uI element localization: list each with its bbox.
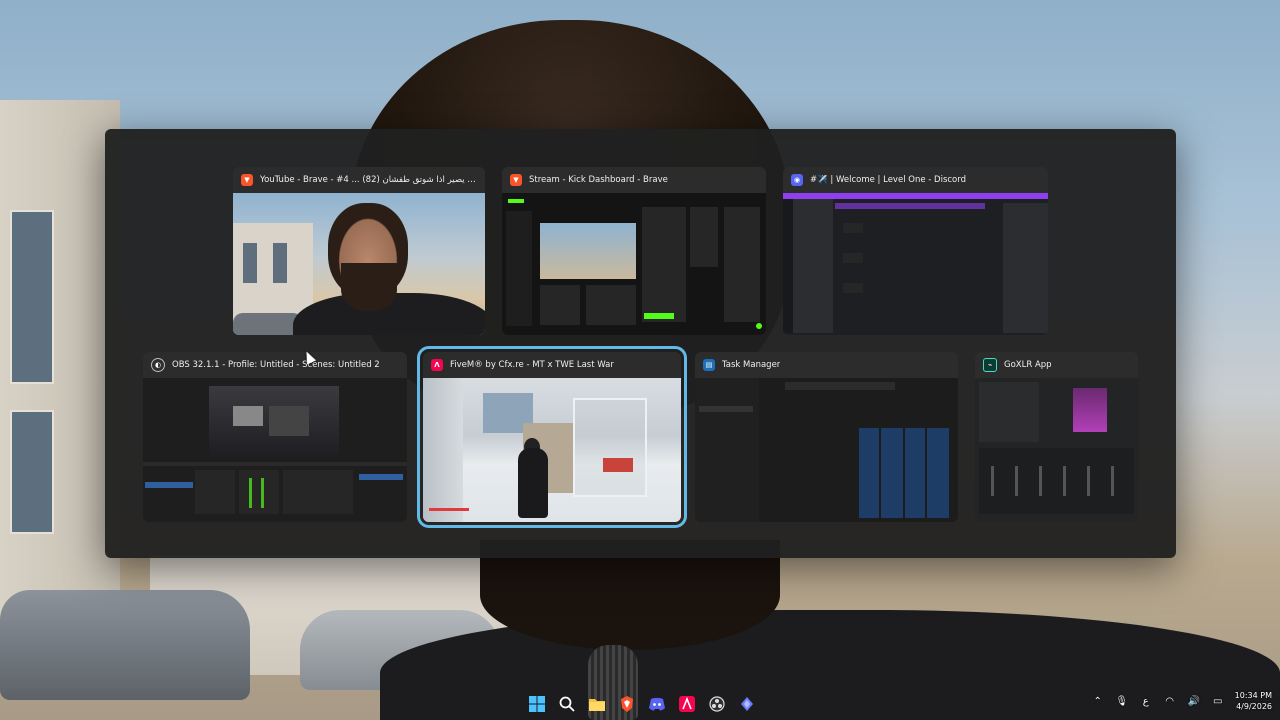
window-fivem[interactable]: Λ FiveM® by Cfx.re - MT x TWE Last War (417, 346, 687, 528)
window-title: #✈️ | Welcome | Level One - Discord (810, 175, 966, 185)
window-thumbnail (502, 193, 766, 335)
obs-icon[interactable] (705, 691, 729, 717)
task-switcher: ▼ YouTube - Brave - #4 ... هذا الي يصير … (105, 129, 1176, 558)
window-task-manager[interactable]: ▤ Task Manager (695, 352, 958, 522)
window-youtube-brave[interactable]: ▼ YouTube - Brave - #4 ... هذا الي يصير … (233, 167, 485, 335)
window-discord[interactable]: ◉ #✈️ | Welcome | Level One - Discord (783, 167, 1048, 335)
window-goxlr[interactable]: ⌁ GoXLR App (975, 352, 1138, 522)
discord-icon: ◉ (791, 174, 803, 186)
volume-icon[interactable]: 🔊 (1187, 694, 1201, 708)
clock[interactable]: 10:34 PM 4/9/2026 (1235, 690, 1272, 712)
clock-date: 4/9/2026 (1236, 702, 1272, 711)
taskbar-apps (525, 691, 759, 717)
window-title: GoXLR App (1004, 360, 1052, 370)
window-kick-dashboard[interactable]: ▼ Stream - Kick Dashboard - Brave (502, 167, 766, 335)
fivem-icon: Λ (431, 359, 443, 371)
wifi-icon[interactable]: ◠ (1163, 694, 1177, 708)
brave-icon: ▼ (241, 174, 253, 186)
window-obs[interactable]: ◐ OBS 32.1.1 - Profile: Untitled - Scene… (143, 352, 407, 522)
language-indicator[interactable]: ع (1139, 694, 1153, 708)
battery-icon[interactable]: ▭ (1211, 694, 1225, 708)
kick-app-icon[interactable] (735, 691, 759, 717)
background-car (0, 590, 250, 700)
window-thumbnail (695, 378, 958, 522)
windows-start-icon[interactable] (525, 691, 549, 717)
obs-icon: ◐ (151, 358, 165, 372)
window-thumbnail (423, 378, 681, 522)
window-thumbnail (233, 193, 485, 335)
brave-icon: ▼ (510, 174, 522, 186)
window-title: Stream - Kick Dashboard - Brave (529, 175, 668, 185)
microphone-icon[interactable]: 🎙 (1115, 694, 1129, 708)
window-thumbnail (783, 193, 1048, 335)
discord-icon[interactable] (645, 691, 669, 717)
search-icon[interactable] (555, 691, 579, 717)
window-title: YouTube - Brave - #4 ... هذا الي يصير اذ… (260, 175, 477, 185)
window-title: FiveM® by Cfx.re - MT x TWE Last War (450, 360, 614, 370)
window-title: Task Manager (722, 360, 781, 370)
window-thumbnail (143, 378, 407, 522)
fivem-icon[interactable] (675, 691, 699, 717)
window-title: OBS 32.1.1 - Profile: Untitled - Scenes:… (172, 360, 380, 370)
chevron-up-icon[interactable]: ⌃ (1091, 694, 1105, 708)
brave-icon[interactable] (615, 691, 639, 717)
system-tray: ⌃ 🎙 ع ◠ 🔊 ▭ 10:34 PM 4/9/2026 (1091, 690, 1272, 712)
window-thumbnail (975, 378, 1138, 522)
taskbar: ⌃ 🎙 ع ◠ 🔊 ▭ 10:34 PM 4/9/2026 (0, 688, 1280, 720)
background-building (0, 100, 120, 620)
task-manager-icon: ▤ (703, 359, 715, 371)
goxlr-icon: ⌁ (983, 358, 997, 372)
clock-time: 10:34 PM (1234, 691, 1272, 700)
file-explorer-icon[interactable] (585, 691, 609, 717)
